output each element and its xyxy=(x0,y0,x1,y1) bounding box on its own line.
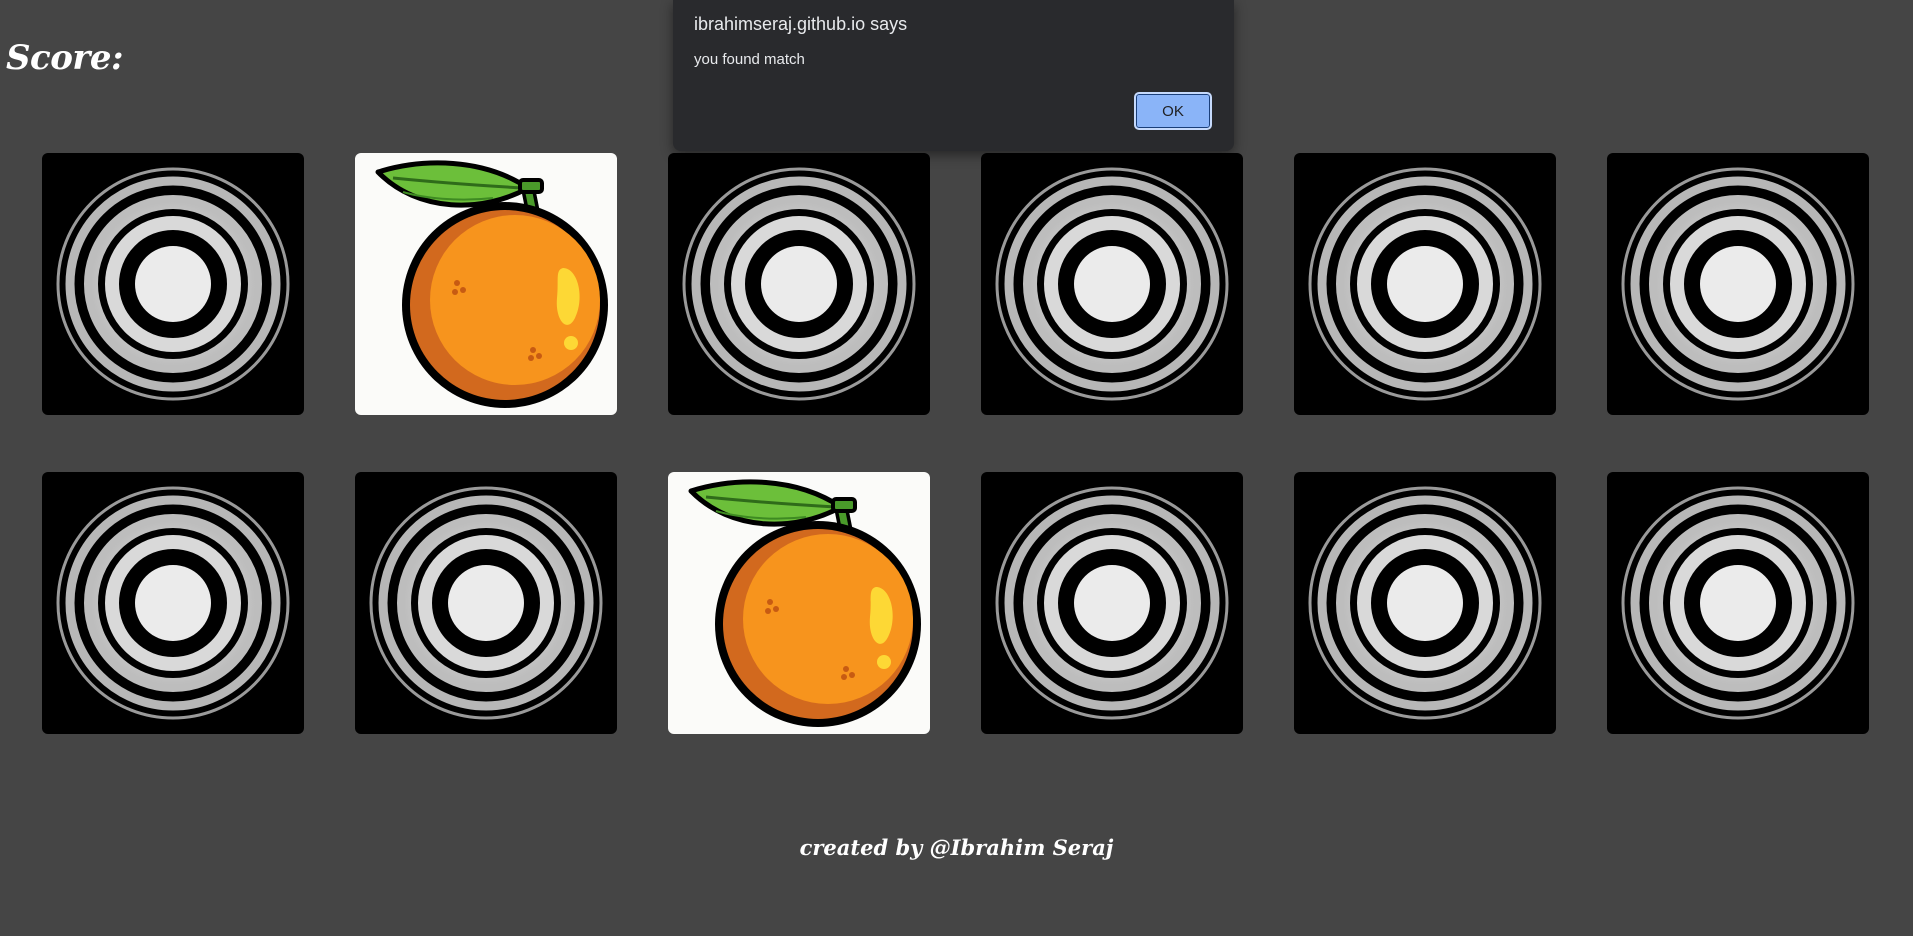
orange-fruit-icon xyxy=(688,479,921,727)
memory-card[interactable] xyxy=(1294,472,1556,734)
dialog-message: you found match xyxy=(694,51,805,68)
card-board xyxy=(42,153,1869,734)
memory-card[interactable] xyxy=(1607,153,1869,415)
memory-card[interactable] xyxy=(668,472,930,734)
score-label: Score: xyxy=(6,38,124,78)
memory-card[interactable] xyxy=(355,472,617,734)
concentric-rings-icon xyxy=(1621,167,1855,401)
footer-credit: created by @Ibrahim Seraj xyxy=(799,835,1114,860)
memory-card[interactable] xyxy=(668,153,930,415)
concentric-rings-icon xyxy=(682,167,916,401)
alert-dialog: ibrahimseraj.github.io says you found ma… xyxy=(673,0,1234,151)
memory-card[interactable] xyxy=(42,472,304,734)
concentric-rings-icon xyxy=(995,486,1229,720)
memory-card[interactable] xyxy=(355,153,617,415)
memory-card[interactable] xyxy=(42,153,304,415)
memory-card[interactable] xyxy=(1607,472,1869,734)
orange-fruit-icon xyxy=(375,160,608,408)
concentric-rings-icon xyxy=(1308,167,1542,401)
concentric-rings-icon xyxy=(369,486,603,720)
concentric-rings-icon xyxy=(1621,486,1855,720)
concentric-rings-icon xyxy=(1308,486,1542,720)
ok-button[interactable]: OK xyxy=(1134,92,1212,130)
concentric-rings-icon xyxy=(56,486,290,720)
concentric-rings-icon xyxy=(56,167,290,401)
memory-card[interactable] xyxy=(981,472,1243,734)
memory-card[interactable] xyxy=(1294,153,1556,415)
memory-card[interactable] xyxy=(981,153,1243,415)
concentric-rings-icon xyxy=(995,167,1229,401)
dialog-title: ibrahimseraj.github.io says xyxy=(694,14,908,34)
